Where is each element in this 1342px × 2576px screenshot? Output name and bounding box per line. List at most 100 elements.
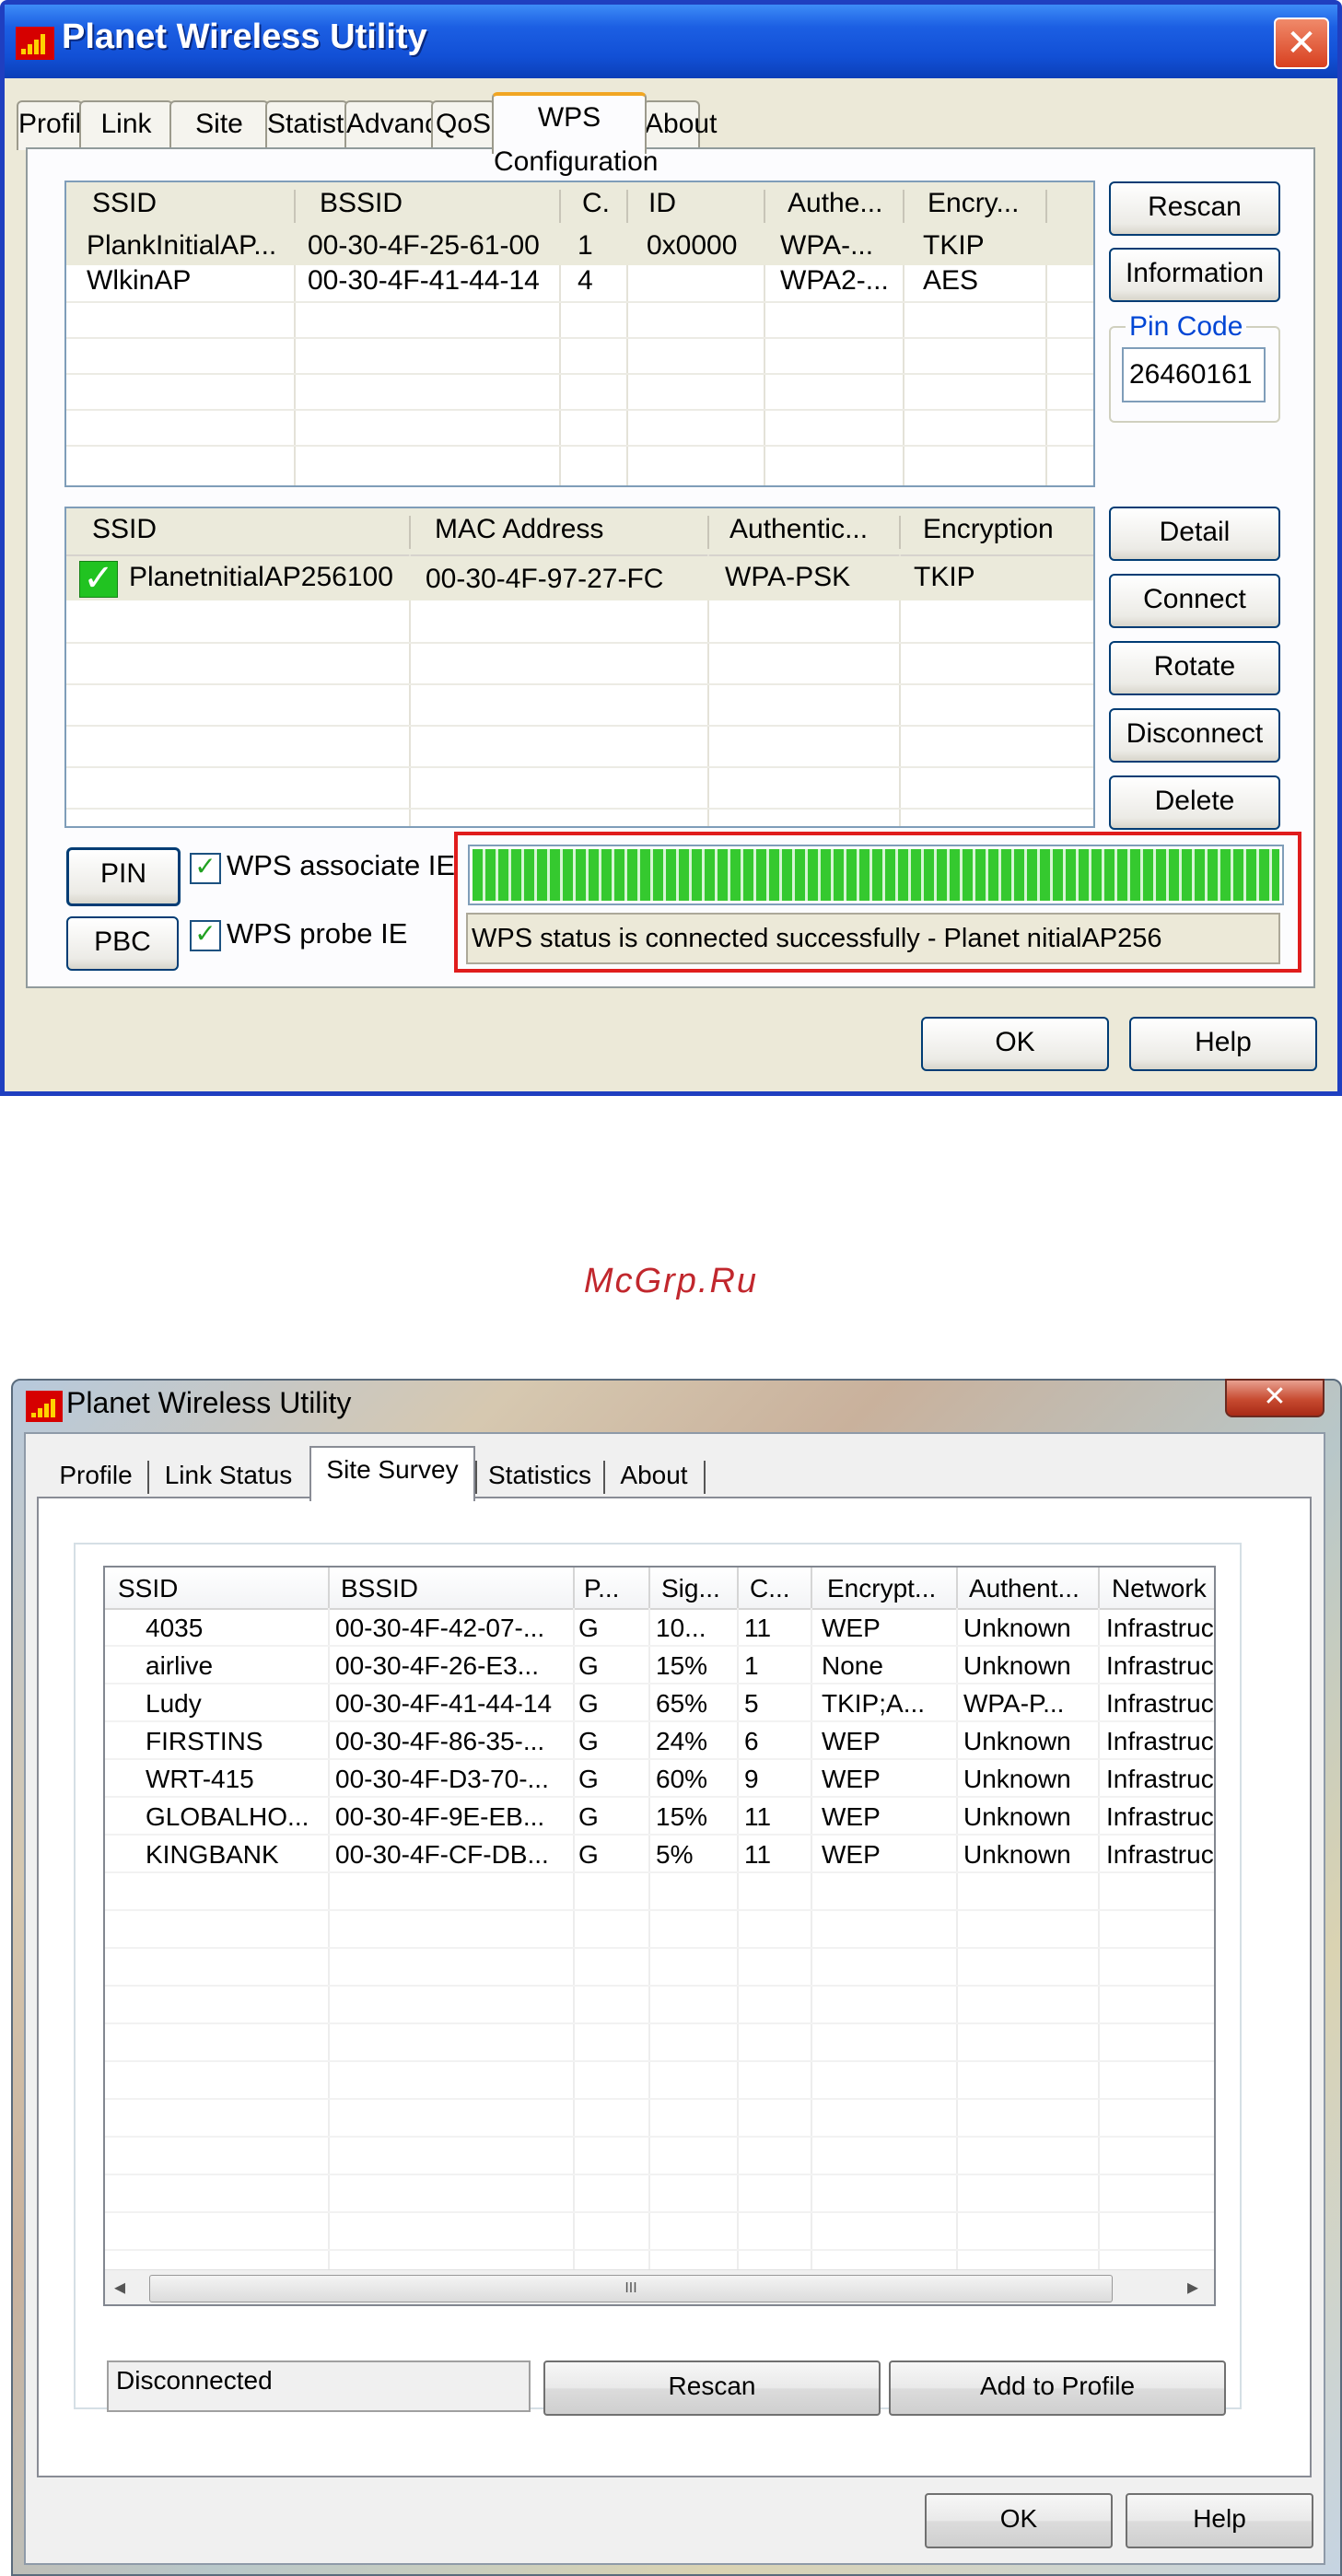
wps-associate-ie-checkbox[interactable]: ✓: [190, 853, 221, 884]
table-cell: G: [578, 1802, 599, 1831]
table-cell: WEP: [822, 1802, 881, 1831]
ok-button[interactable]: OK: [921, 1017, 1109, 1071]
table-cell: airlive: [146, 1651, 214, 1680]
table-row[interactable]: GLOBALHO... 00-30-4F-9E-EB... G 15% 11 WEP Unk…: [105, 1799, 1214, 1836]
table-cell: Unknown: [963, 1765, 1071, 1793]
col-network[interactable]: Network: [1112, 1574, 1207, 1603]
table-row[interactable]: WRT-415 00-30-4F-D3-70-... G 60% 9 WEP Unknown…: [105, 1761, 1214, 1798]
col-mac-address[interactable]: MAC Address: [435, 514, 603, 545]
disconnect-button[interactable]: Disconnect: [1109, 708, 1280, 763]
scroll-right-icon[interactable]: ▸: [1187, 2274, 1198, 2301]
table-cell: 15%: [656, 1651, 708, 1680]
table-cell: KINGBANK: [146, 1840, 279, 1869]
table-cell: 60%: [656, 1765, 708, 1793]
wps-associate-ie-label: WPS associate IE: [227, 849, 456, 881]
pin-code-field[interactable]: 26460161: [1122, 347, 1266, 402]
tab-about[interactable]: About: [608, 1453, 700, 1499]
tab-profile[interactable]: Profile: [17, 100, 97, 150]
rotate-button[interactable]: Rotate: [1109, 641, 1280, 695]
tab-about[interactable]: About: [643, 100, 717, 150]
close-icon[interactable]: ✕: [1225, 1379, 1324, 1417]
table-cell: 00-30-4F-9E-EB...: [335, 1802, 545, 1831]
tab-link-status[interactable]: Link Status: [79, 100, 173, 183]
table-cell: 11: [744, 1614, 772, 1642]
help-button[interactable]: Help: [1129, 1017, 1317, 1071]
col-encry[interactable]: Encry...: [928, 188, 1019, 219]
table-row[interactable]: WlkinAP 00-30-4F-41-44-14 4 WPA2-... AES: [66, 265, 1093, 301]
table-row[interactable]: PlankInitialAP... 00-30-4F-25-61-00 1 0x…: [66, 228, 1093, 265]
tab-statistics[interactable]: Statistics: [479, 1453, 601, 1499]
status-field: Disconnected: [107, 2360, 531, 2412]
pbc-button[interactable]: PBC: [66, 916, 179, 971]
horizontal-scrollbar[interactable]: ◂ III ▸: [105, 2269, 1214, 2304]
survey-list-header: SSID BSSID P... Sig... C... Encrypt... A…: [105, 1568, 1214, 1610]
table-cell: FIRSTINS: [146, 1727, 263, 1755]
help-button[interactable]: Help: [1126, 2493, 1313, 2548]
table-cell: Infrastruc: [1106, 1651, 1214, 1680]
profile-list[interactable]: SSID MAC Address Authentic... Encryption…: [64, 507, 1095, 828]
table-cell: G: [578, 1689, 599, 1718]
close-icon[interactable]: ✕: [1274, 17, 1329, 69]
table-row[interactable]: Ludy 00-30-4F-41-44-14 G 65% 5 TKIP;A... WPA-P…: [105, 1685, 1214, 1722]
col-bssid[interactable]: BSSID: [341, 1574, 418, 1603]
table-row[interactable]: airlive 00-30-4F-26-E3... G 15% 1 None Unknown…: [105, 1648, 1214, 1684]
table-cell: 9: [744, 1765, 759, 1793]
wps-probe-ie-checkbox[interactable]: ✓: [190, 920, 221, 951]
tab-site-survey[interactable]: Site Survey: [169, 100, 269, 183]
col-authentication[interactable]: Authentic...: [729, 514, 868, 545]
tab-profile[interactable]: Profile: [52, 1453, 140, 1499]
table-row[interactable]: FIRSTINS 00-30-4F-86-35-... G 24% 6 WEP Unknow…: [105, 1723, 1214, 1760]
delete-button[interactable]: Delete: [1109, 775, 1280, 830]
table-cell: Unknown: [963, 1727, 1071, 1755]
col-ssid[interactable]: SSID: [92, 514, 157, 545]
information-button[interactable]: Information: [1109, 248, 1280, 302]
rescan-button[interactable]: Rescan: [543, 2360, 881, 2416]
profile-list-header: SSID MAC Address Authentic... Encryption: [66, 508, 1093, 556]
col-ssid[interactable]: SSID: [92, 188, 157, 219]
connect-button[interactable]: Connect: [1109, 574, 1280, 628]
col-channel[interactable]: C...: [750, 1574, 790, 1603]
ok-button[interactable]: OK: [925, 2493, 1113, 2548]
rescan-button[interactable]: Rescan: [1109, 181, 1280, 236]
tab-advanced[interactable]: Advanced: [344, 100, 469, 150]
col-encryption[interactable]: Encryption: [923, 514, 1054, 545]
col-bssid[interactable]: BSSID: [320, 188, 403, 219]
ap-list[interactable]: SSID BSSID C. ID Authe... Encry... Plank…: [64, 181, 1095, 487]
site-survey-list[interactable]: SSID BSSID P... Sig... C... Encrypt... A…: [103, 1566, 1216, 2306]
col-ssid[interactable]: SSID: [118, 1574, 178, 1603]
scroll-thumb[interactable]: III: [149, 2275, 1113, 2302]
pin-button[interactable]: PIN: [66, 847, 181, 906]
table-cell: WEP: [822, 1765, 881, 1793]
tab-site-survey[interactable]: Site Survey: [309, 1446, 475, 1501]
table-row[interactable]: ✓ PlanetnitialAP256100 00-30-4F-97-27-FC…: [66, 556, 1093, 600]
detail-button[interactable]: Detail: [1109, 507, 1280, 561]
tab-link-status[interactable]: Link Status: [155, 1453, 302, 1499]
col-id[interactable]: ID: [648, 188, 676, 219]
tab-statistics[interactable]: Statistics: [265, 100, 378, 150]
col-encryption[interactable]: Encrypt...: [827, 1574, 936, 1603]
table-row[interactable]: KINGBANK 00-30-4F-CF-DB... G 5% 11 WEP Unknown…: [105, 1836, 1214, 1873]
table-cell: Infrastruc: [1106, 1840, 1214, 1869]
tab-qos[interactable]: QoS: [431, 100, 496, 150]
tab-wps-configuration[interactable]: WPS Configuration: [492, 92, 658, 177]
signal-logo-icon: [26, 1391, 63, 1422]
table-cell: 1: [744, 1651, 759, 1680]
col-authentication[interactable]: Authent...: [969, 1574, 1079, 1603]
table-row[interactable]: 4035 00-30-4F-42-07-... G 10... 11 WEP Unknown…: [105, 1610, 1214, 1647]
col-channel[interactable]: C.: [582, 188, 610, 219]
table-cell: 00-30-4F-42-07-...: [335, 1614, 545, 1642]
col-auth[interactable]: Authe...: [788, 188, 882, 219]
wps-progress-bar: [468, 845, 1284, 905]
add-to-profile-button[interactable]: Add to Profile: [889, 2360, 1226, 2416]
table-cell: 00-30-4F-CF-DB...: [335, 1840, 549, 1869]
table-cell: 00-30-4F-41-44-14: [335, 1689, 553, 1718]
table-cell: 65%: [656, 1689, 708, 1718]
table-cell: G: [578, 1614, 599, 1642]
table-cell: G: [578, 1765, 599, 1793]
title-bar[interactable]: Planet Wireless Utility: [5, 5, 1337, 78]
table-cell: None: [822, 1651, 883, 1680]
col-signal[interactable]: Sig...: [661, 1574, 720, 1603]
scroll-left-icon[interactable]: ◂: [114, 2274, 125, 2301]
table-cell: 10...: [656, 1614, 706, 1642]
col-phy[interactable]: P...: [584, 1574, 619, 1603]
